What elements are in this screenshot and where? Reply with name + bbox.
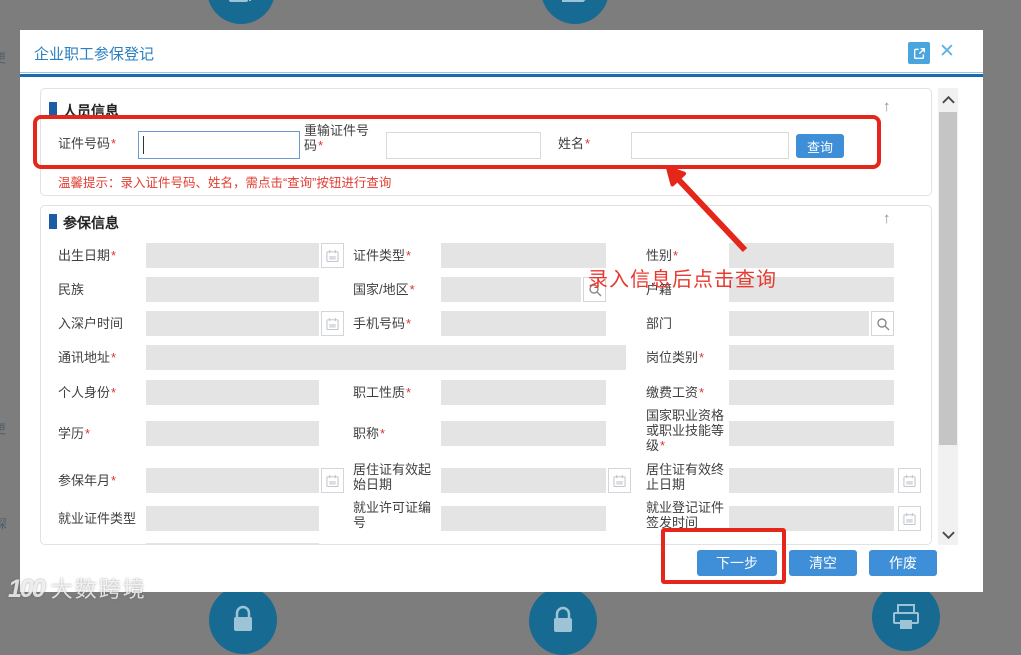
section-bullet (49, 214, 57, 229)
calendar-icon[interactable] (321, 311, 344, 336)
country-region-label: 国家/地区* (353, 282, 415, 297)
decor-lock-circle (529, 587, 597, 655)
professional-title-input[interactable] (441, 421, 606, 446)
void-button[interactable]: 作废 (869, 550, 937, 576)
clear-button[interactable]: 清空 (789, 550, 857, 576)
department-input[interactable] (729, 311, 869, 336)
residence-permit-start-date-label: 居住证有效起始日期 (353, 462, 432, 492)
country-region-input[interactable] (441, 277, 581, 302)
dialog-footer: 下一步 清空 作废 (20, 545, 983, 592)
name-label: 姓名* (558, 136, 591, 151)
collapse-arrow-icon[interactable]: ↑ (883, 98, 891, 115)
gender-label: 性别* (646, 248, 679, 263)
scroll-down-icon[interactable] (938, 525, 958, 545)
employment-permit-number-input[interactable] (441, 506, 606, 531)
id-number-confirm-label: 重输证件号码* (304, 123, 370, 153)
ethnicity-input[interactable] (146, 277, 319, 302)
birth-date-label: 出生日期* (58, 248, 117, 263)
background-text-fragment: 更 (0, 51, 7, 65)
education-input[interactable] (146, 421, 319, 446)
scroll-up-icon[interactable] (938, 90, 958, 110)
calendar-icon[interactable] (321, 243, 344, 268)
decor-printer-circle (872, 583, 940, 651)
employment-cert-type-input[interactable] (146, 506, 319, 531)
search-icon[interactable] (871, 311, 894, 336)
text-caret (143, 136, 144, 154)
residence-permit-start-date-input[interactable] (441, 468, 606, 493)
mailing-address-input[interactable] (146, 345, 626, 370)
open-in-new-window-icon[interactable] (908, 42, 930, 64)
dialog-scrollbar[interactable] (938, 88, 958, 545)
calendar-icon[interactable] (898, 506, 921, 531)
personal-identity-label: 个人身份* (58, 385, 117, 400)
annotation-note-text: 录入信息后点击查询 (588, 269, 777, 291)
section-bullet (49, 102, 57, 117)
mobile-number-input[interactable] (441, 311, 606, 336)
decor-document-circle (541, 0, 609, 24)
employee-nature-input[interactable] (441, 380, 606, 405)
calendar-icon[interactable] (608, 468, 631, 493)
professional-title-label: 职称* (353, 426, 386, 441)
education-label: 学历* (58, 426, 91, 441)
person-section-title: 人员信息 (63, 103, 119, 119)
employment-cert-issue-date-label: 就业登记证件签发时间 (646, 500, 725, 530)
shenzhen-entry-date-label: 入深户时间 (58, 316, 124, 331)
header-divider (20, 72, 983, 73)
employment-permit-number-label: 就业许可证编号 (353, 500, 432, 530)
decor-lock-circle (209, 586, 277, 654)
id-number-confirm-input[interactable] (386, 132, 541, 159)
person-info-panel: 人员信息 ↑ 证件号码* 重输证件号码* 姓名* 查询 温馨提示：录入证件号码、… (40, 88, 932, 196)
screen: { "dialog": { "title": "企业职工参保登记", "clos… (0, 0, 1021, 655)
mobile-number-label: 手机号码* (353, 316, 412, 331)
insured-section-title: 参保信息 (63, 215, 119, 231)
personal-identity-input[interactable] (146, 380, 319, 405)
mailing-address-label: 通讯地址* (58, 350, 117, 365)
query-button[interactable]: 查询 (796, 134, 844, 158)
shenzhen-entry-date-input[interactable] (146, 311, 319, 336)
employee-nature-label: 职工性质* (353, 385, 412, 400)
collapse-arrow-icon[interactable]: ↑ (883, 210, 891, 227)
residence-permit-end-date-label: 居住证有效终止日期 (646, 462, 725, 492)
background-text-fragment: 更 (0, 422, 7, 436)
dialog-title: 企业职工参保登记 (34, 46, 155, 63)
warm-tip-text: 温馨提示：录入证件号码、姓名，需点击“查询”按钮进行查询 (58, 176, 392, 190)
vocational-qualification-label: 国家职业资格或职业技能等级* (646, 408, 725, 453)
background-text-fragment: 深 (0, 517, 8, 531)
department-label: 部门 (646, 316, 673, 331)
decor-document-circle (207, 0, 275, 24)
id-number-input[interactable] (138, 131, 300, 159)
contribution-wage-label: 缴费工资* (646, 385, 705, 400)
birth-date-input[interactable] (146, 243, 319, 268)
insurance-start-month-label: 参保年月* (58, 473, 117, 488)
header-divider (20, 74, 983, 77)
insured-info-panel: 参保信息 ↑ 出生日期* 证件类型* 性别* 民族 国家/地区* 户籍 入深户时… (40, 205, 932, 545)
close-icon[interactable]: ✕ (936, 40, 958, 62)
id-number-label: 证件号码* (58, 136, 117, 151)
next-step-button[interactable]: 下一步 (697, 550, 777, 576)
ethnicity-label: 民族 (58, 282, 85, 297)
scrollbar-thumb[interactable] (939, 112, 957, 445)
cert-type-label: 证件类型* (353, 248, 412, 263)
employment-cert-issue-date-input[interactable] (729, 506, 894, 531)
insurance-registration-dialog: 企业职工参保登记 ✕ 人员信息 ↑ 证件号码* 重输证件号码* 姓名* 查询 温… (20, 30, 983, 592)
employment-cert-type-label: 就业证件类型 (58, 511, 137, 526)
calendar-icon[interactable] (321, 468, 344, 493)
cert-type-input[interactable] (441, 243, 606, 268)
post-category-label: 岗位类别* (646, 350, 705, 365)
post-category-input[interactable] (729, 345, 894, 370)
residence-permit-end-date-input[interactable] (729, 468, 894, 493)
calendar-icon[interactable] (898, 468, 921, 493)
name-input[interactable] (631, 132, 789, 159)
vocational-qualification-input[interactable] (729, 421, 894, 446)
insurance-start-month-input[interactable] (146, 468, 319, 493)
contribution-wage-input[interactable] (729, 380, 894, 405)
